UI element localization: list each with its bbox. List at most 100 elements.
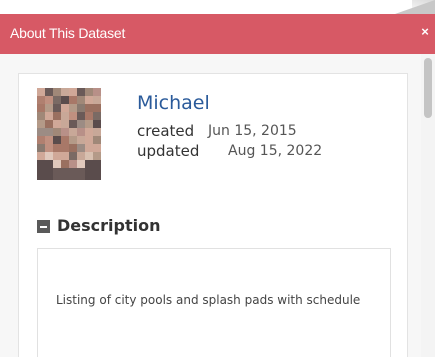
avatar-pixel [69, 152, 77, 160]
avatar-pixel [93, 168, 101, 176]
avatar-pixel [45, 88, 53, 96]
avatar [37, 88, 101, 180]
avatar-pixel [69, 168, 77, 176]
screen: About This Dataset × Michael created Jun… [0, 0, 435, 357]
avatar-pixel [69, 144, 77, 152]
avatar-pixel [93, 136, 101, 144]
avatar-pixel [53, 128, 61, 136]
avatar-pixel [53, 104, 61, 112]
avatar-pixel [77, 128, 85, 136]
avatar-pixel [85, 112, 93, 120]
avatar-pixel [93, 104, 101, 112]
avatar-pixel [93, 160, 101, 168]
avatar-pixel [93, 120, 101, 128]
avatar-pixel [69, 112, 77, 120]
avatar-pixel [37, 176, 45, 180]
scrollbar[interactable] [421, 54, 435, 357]
avatar-pixel [77, 104, 85, 112]
avatar-pixel [85, 120, 93, 128]
avatar-pixel [37, 104, 45, 112]
description-box: Listing of city pools and splash pads wi… [37, 248, 391, 357]
avatar-pixel [69, 120, 77, 128]
avatar-pixel [45, 104, 53, 112]
avatar-pixel [37, 112, 45, 120]
avatar-pixel [37, 160, 45, 168]
avatar-pixel [53, 88, 61, 96]
avatar-pixel [61, 160, 69, 168]
avatar-pixel [77, 112, 85, 120]
avatar-pixel [45, 128, 53, 136]
avatar-pixel [77, 144, 85, 152]
avatar-pixel [77, 160, 85, 168]
owner-name-link[interactable]: Michael [137, 92, 210, 114]
avatar-pixel [85, 88, 93, 96]
avatar-pixel [85, 104, 93, 112]
avatar-pixel [77, 88, 85, 96]
avatar-pixel [93, 96, 101, 104]
avatar-pixel [53, 120, 61, 128]
avatar-pixel [45, 168, 53, 176]
updated-label: updated [137, 142, 200, 160]
avatar-pixel [85, 96, 93, 104]
avatar-pixel [45, 176, 53, 180]
close-icon[interactable]: × [418, 23, 432, 41]
avatar-pixel [77, 168, 85, 176]
avatar-pixel [45, 136, 53, 144]
avatar-pixel [69, 136, 77, 144]
avatar-pixel [61, 104, 69, 112]
created-label: created [137, 122, 195, 140]
avatar-pixel [85, 168, 93, 176]
avatar-pixel [37, 144, 45, 152]
avatar-pixel [77, 120, 85, 128]
collapse-square-icon[interactable] [37, 220, 50, 233]
avatar-pixel [61, 96, 69, 104]
avatar-pixel [77, 176, 85, 180]
avatar-pixel [61, 168, 69, 176]
avatar-pixel [37, 120, 45, 128]
avatar-pixel [45, 112, 53, 120]
avatar-pixel [37, 96, 45, 104]
avatar-pixel [85, 144, 93, 152]
avatar-pixel [61, 112, 69, 120]
scrollbar-thumb[interactable] [424, 58, 432, 118]
avatar-pixel [69, 160, 77, 168]
created-date: Jun 15, 2015 [208, 123, 297, 139]
avatar-pixel [85, 176, 93, 180]
avatar-pixel [45, 152, 53, 160]
avatar-pixel [53, 152, 61, 160]
background-corner-triangle [395, 0, 435, 14]
avatar-pixel [45, 144, 53, 152]
avatar-pixel [77, 136, 85, 144]
avatar-pixel [93, 88, 101, 96]
avatar-pixel [69, 88, 77, 96]
avatar-pixel [85, 160, 93, 168]
avatar-pixel [37, 152, 45, 160]
avatar-pixel [69, 128, 77, 136]
avatar-pixel [85, 128, 93, 136]
avatar-pixel [37, 168, 45, 176]
avatar-pixel [53, 160, 61, 168]
avatar-pixel [45, 120, 53, 128]
avatar-pixel [53, 96, 61, 104]
avatar-pixel [37, 128, 45, 136]
updated-date: Aug 15, 2022 [228, 143, 323, 159]
avatar-pixel [69, 104, 77, 112]
avatar-pixel [53, 168, 61, 176]
avatar-pixel [85, 136, 93, 144]
avatar-pixel [69, 176, 77, 180]
avatar-pixel [61, 136, 69, 144]
avatar-pixel [45, 160, 53, 168]
avatar-pixel [45, 96, 53, 104]
avatar-pixel [61, 152, 69, 160]
dialog-header: About This Dataset × [0, 14, 435, 54]
avatar-pixel [69, 96, 77, 104]
avatar-pixel [61, 144, 69, 152]
avatar-pixel [53, 176, 61, 180]
avatar-pixel [77, 96, 85, 104]
avatar-pixel [85, 152, 93, 160]
avatar-pixel [77, 152, 85, 160]
description-heading: Description [57, 216, 161, 235]
avatar-pixel [93, 152, 101, 160]
avatar-pixel [37, 88, 45, 96]
avatar-pixel [93, 128, 101, 136]
